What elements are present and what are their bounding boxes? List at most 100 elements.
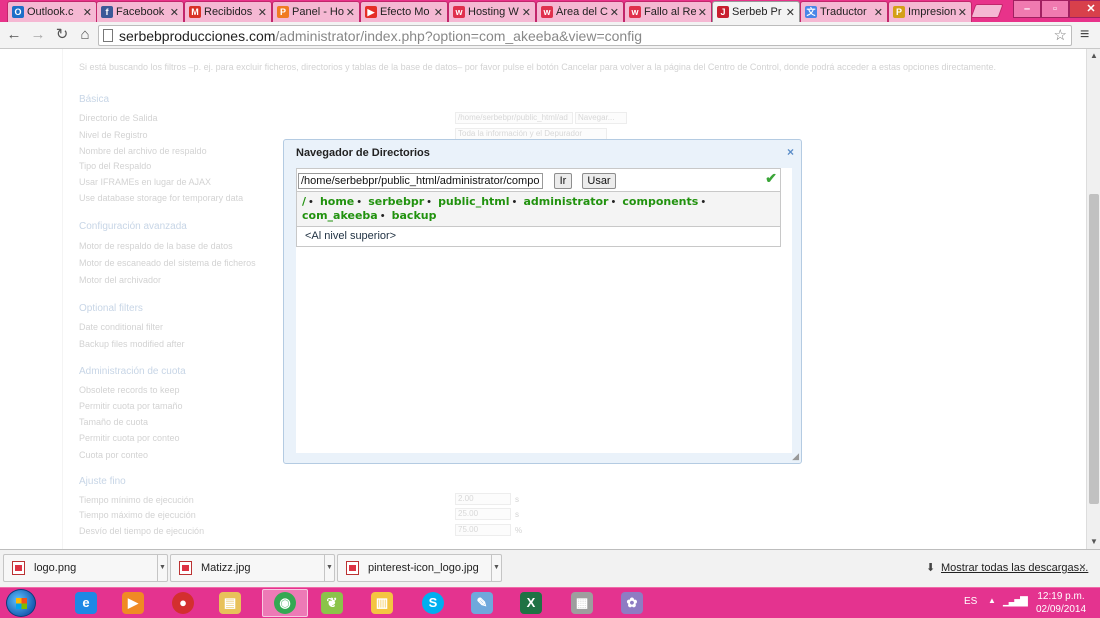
taskbar-folders[interactable]: ▥	[362, 589, 402, 617]
media-player-icon: ▶	[122, 592, 144, 614]
breadcrumb-components[interactable]: components	[622, 195, 698, 208]
tab-hosting[interactable]: w Hosting W ✕	[448, 1, 536, 22]
window-controls: – ▫ ✕	[1013, 0, 1100, 19]
taskbar-green-app[interactable]: ❦	[312, 589, 352, 617]
gmail-icon: M	[189, 6, 201, 18]
scrollbar-thumb[interactable]	[1089, 194, 1099, 504]
windows-taskbar: e ▶ ● ▤ ◉ ❦ ▥ S ✎ X ▦ ✿ ES ▲ ▁▃▅▇ 12:19 …	[0, 587, 1100, 618]
resize-handle-icon[interactable]: ◢	[792, 451, 799, 462]
use-button[interactable]: Usar	[582, 173, 616, 189]
image-file-icon	[346, 561, 359, 575]
breadcrumb-administrator[interactable]: administrator	[523, 195, 608, 208]
chevron-down-icon[interactable]: ▼	[157, 555, 167, 581]
close-icon[interactable]: ✕	[83, 6, 92, 19]
close-icon[interactable]: ✕	[258, 6, 267, 19]
bullet-separator: •	[380, 210, 385, 222]
new-tab-button[interactable]	[970, 4, 1004, 18]
directory-browser-dialog: Navegador de Directorios × Ir Usar ✔ /• …	[283, 139, 802, 464]
start-button[interactable]	[6, 589, 36, 617]
tab-facebook[interactable]: f Facebook ✕	[96, 1, 184, 22]
taskbar-media-player[interactable]: ▶	[113, 589, 153, 617]
folders-icon: ▥	[371, 592, 393, 614]
dialog-body: Ir Usar ✔ /• home• serbebpr• public_html…	[296, 168, 792, 453]
close-icon[interactable]: ✕	[610, 6, 619, 19]
internet-explorer-icon: e	[75, 592, 97, 614]
taskbar-internet-explorer[interactable]: e	[66, 589, 106, 617]
go-button[interactable]: Ir	[554, 173, 572, 189]
bullet-separator: •	[701, 196, 706, 208]
close-icon[interactable]: ×	[787, 145, 794, 159]
download-item-matizz[interactable]: Matizz.jpg ▼	[170, 554, 335, 582]
breadcrumb-serbebpr[interactable]: serbebpr	[368, 195, 424, 208]
minimize-button[interactable]: –	[1013, 0, 1041, 18]
chevron-down-icon[interactable]: ▼	[491, 555, 501, 581]
ninja-icon: ●	[172, 592, 194, 614]
close-window-button[interactable]: ✕	[1069, 0, 1100, 18]
translate-icon: 文	[805, 6, 817, 18]
checkmark-icon: ✔	[765, 170, 777, 186]
taskbar-app-ninja[interactable]: ●	[163, 589, 203, 617]
facebook-icon: f	[101, 6, 113, 18]
calculator-icon: ▦	[571, 592, 593, 614]
show-hidden-icons-icon[interactable]: ▲	[988, 596, 996, 605]
taskbar-chrome[interactable]: ◉	[262, 589, 308, 617]
breadcrumb-backup[interactable]: backup	[392, 209, 437, 222]
scroll-down-arrow-icon[interactable]: ▼	[1087, 535, 1100, 549]
address-bar[interactable]: serbebproducciones.com/administrator/ind…	[98, 25, 1072, 46]
taskbar-skype[interactable]: S	[413, 589, 453, 617]
close-icon[interactable]: ✕	[522, 6, 531, 19]
taskbar-excel[interactable]: X	[511, 589, 551, 617]
download-filename: Matizz.jpg	[201, 562, 251, 574]
network-signal-icon[interactable]: ▁▃▅▇	[1003, 596, 1028, 607]
leaf-icon: ❦	[321, 592, 343, 614]
close-icon[interactable]: ×	[1079, 560, 1086, 574]
close-icon[interactable]: ✕	[874, 6, 883, 19]
breadcrumb-root[interactable]: /	[302, 195, 306, 208]
reload-button[interactable]: ↻	[52, 25, 72, 45]
close-icon[interactable]: ✕	[170, 6, 179, 19]
download-item-logo[interactable]: logo.png ▼	[3, 554, 168, 582]
close-icon[interactable]: ✕	[786, 6, 795, 19]
download-item-pinterest[interactable]: pinterest-icon_logo.jpg ▼	[337, 554, 502, 582]
tab-serbeb-active[interactable]: J Serbeb Pr ✕	[712, 1, 800, 22]
language-indicator[interactable]: ES	[964, 596, 977, 607]
path-input[interactable]	[298, 173, 543, 189]
maximize-button[interactable]: ▫	[1041, 0, 1069, 18]
up-level-link[interactable]: <Al nivel superior>	[296, 226, 781, 247]
clock-time[interactable]: 12:19 p.m.	[1030, 591, 1092, 602]
taskbar-notes[interactable]: ✎	[462, 589, 502, 617]
tab-gmail[interactable]: M Recibidos ✕	[184, 1, 272, 22]
vertical-scrollbar[interactable]: ▲ ▼	[1086, 49, 1100, 549]
downloads-shelf: logo.png ▼ Matizz.jpg ▼ pinterest-icon_l…	[0, 549, 1100, 587]
breadcrumb-com-akeeba[interactable]: com_akeeba	[302, 209, 378, 222]
tab-panel[interactable]: P Panel - Ho ✕	[272, 1, 360, 22]
bookmark-star-icon[interactable]: ☆	[1054, 26, 1067, 44]
close-icon[interactable]: ✕	[698, 6, 707, 19]
home-icon[interactable]: ⌂	[75, 25, 95, 45]
taskbar-file-explorer[interactable]: ▤	[210, 589, 250, 617]
clock-date[interactable]: 02/09/2014	[1030, 604, 1092, 615]
skype-icon: S	[422, 592, 444, 614]
taskbar-calculator[interactable]: ▦	[562, 589, 602, 617]
close-icon[interactable]: ✕	[434, 6, 443, 19]
close-icon[interactable]: ✕	[346, 6, 355, 19]
show-all-downloads-link[interactable]: Mostrar todas las descargas...	[941, 562, 1088, 574]
back-button[interactable]: ←	[4, 25, 24, 45]
taskbar-paint[interactable]: ✿	[612, 589, 652, 617]
bullet-separator: •	[309, 196, 313, 208]
scroll-up-arrow-icon[interactable]: ▲	[1087, 49, 1100, 63]
bullet-separator: •	[611, 196, 616, 208]
breadcrumb-public-html[interactable]: public_html	[438, 195, 509, 208]
tab-area[interactable]: w Área del C ✕	[536, 1, 624, 22]
tab-outlook[interactable]: O Outlook.c ✕	[7, 1, 97, 22]
tab-traductor[interactable]: 文 Traductor ✕	[800, 1, 888, 22]
breadcrumb-home[interactable]: home	[320, 195, 354, 208]
tab-fallo[interactable]: w Fallo al Re ✕	[624, 1, 712, 22]
hosting-icon: w	[541, 6, 553, 18]
close-icon[interactable]: ✕	[958, 6, 967, 19]
tab-impresion[interactable]: P Impresion ✕	[888, 1, 972, 22]
tab-youtube[interactable]: ▶ Efecto Mo ✕	[360, 1, 448, 22]
chevron-down-icon[interactable]: ▼	[324, 555, 334, 581]
chrome-menu-icon[interactable]: ≡	[1080, 25, 1089, 45]
forward-button[interactable]: →	[28, 25, 48, 45]
